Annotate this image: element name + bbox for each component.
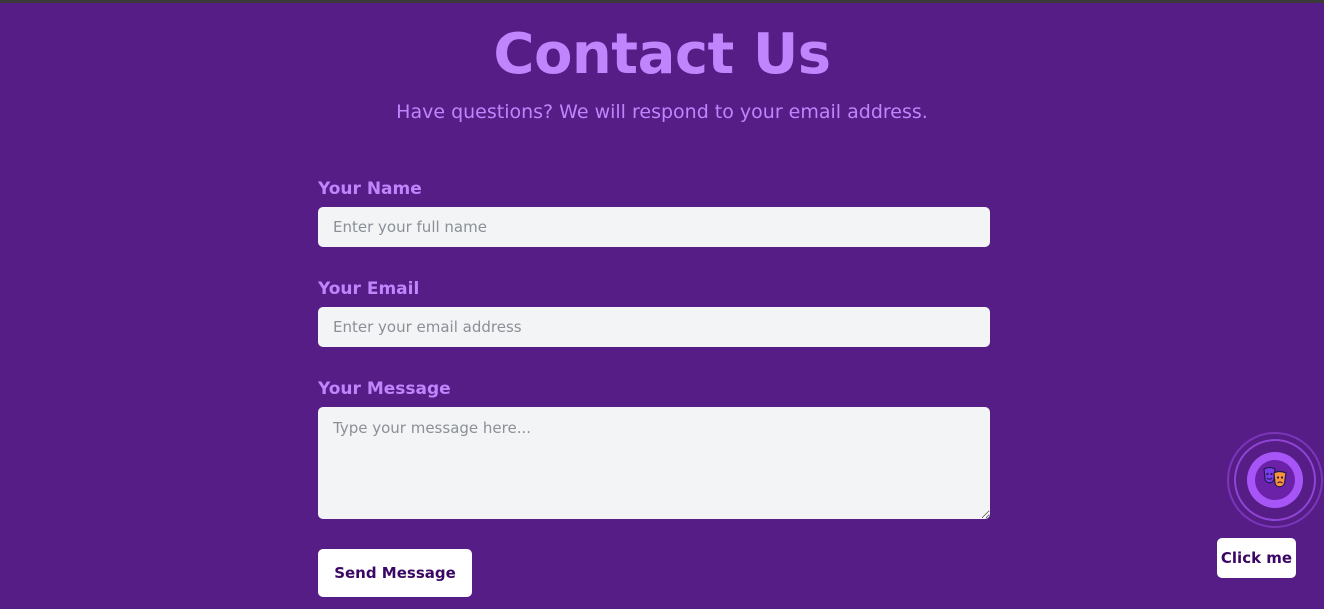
name-input[interactable]	[318, 207, 990, 247]
chat-widget-button[interactable]	[1227, 432, 1324, 530]
click-me-button[interactable]: Click me	[1217, 538, 1296, 578]
page-subtitle: Have questions? We will respond to your …	[396, 101, 928, 123]
message-label: Your Message	[318, 379, 451, 399]
message-textarea[interactable]	[318, 407, 990, 519]
chat-avatar	[1255, 460, 1295, 500]
send-message-button[interactable]: Send Message	[318, 549, 472, 597]
email-input[interactable]	[318, 307, 990, 347]
page-title: Contact Us	[493, 22, 831, 87]
name-label: Your Name	[318, 179, 422, 199]
theater-masks-icon	[1262, 466, 1288, 494]
email-label: Your Email	[318, 279, 420, 299]
